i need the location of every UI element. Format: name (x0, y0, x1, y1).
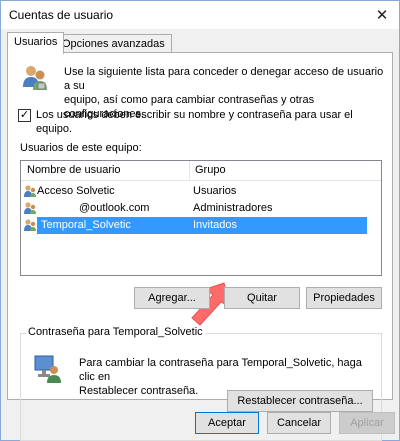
table-row[interactable]: Acceso Solvetic Usuarios (21, 183, 381, 200)
tab-label: Opciones avanzadas (62, 38, 165, 50)
users-tab-panel: Use la siguiente lista para conceder o d… (7, 52, 393, 441)
password-groupbox-title: Contraseña para Temporal_Solvetic (26, 326, 205, 338)
users-list-header: Nombre de usuario Grupo (21, 161, 381, 181)
require-login-label-line: equipo. (36, 123, 73, 135)
tab-advanced-options[interactable]: Opciones avanzadas (55, 34, 172, 54)
user-name: @outlook.com (79, 202, 150, 214)
properties-button[interactable]: Propiedades (306, 287, 382, 309)
user-password-icon (34, 355, 61, 383)
column-header-username[interactable]: Nombre de usuario (27, 164, 121, 176)
require-login-label: Los usuarios deben escribir su nombre y … (36, 108, 376, 136)
intro-text-line: Use la siguiente lista para conceder o d… (64, 66, 384, 92)
table-row[interactable]: @outlook.com Administradores (21, 200, 381, 217)
password-help-line: Para cambiar la contraseña para Temporal… (79, 357, 362, 383)
user-name: Temporal_Solvetic (41, 219, 131, 231)
ok-button[interactable]: Aceptar (195, 412, 259, 434)
user-icon (24, 219, 36, 231)
users-list-caption: Usuarios de este equipo: (20, 142, 142, 154)
remove-button[interactable]: Quitar (224, 287, 300, 309)
user-group: Invitados (193, 219, 238, 231)
column-header-group[interactable]: Grupo (195, 164, 226, 176)
window-title: Cuentas de usuario (9, 8, 114, 22)
require-login-checkbox[interactable]: ✓ (18, 109, 31, 122)
tab-label: Usuarios (14, 36, 58, 48)
user-icon (24, 202, 36, 214)
close-icon[interactable]: ✕ (365, 1, 399, 29)
user-group: Usuarios (193, 185, 237, 197)
user-name: Acceso Solvetic (37, 185, 115, 197)
add-button[interactable]: Agregar... (134, 287, 210, 309)
column-separator[interactable] (189, 161, 190, 181)
user-accounts-dialog: Cuentas de usuario ✕ Usuarios Opciones a… (0, 0, 400, 441)
user-group: Administradores (193, 202, 273, 214)
cancel-button[interactable]: Cancelar (267, 412, 331, 434)
apply-button[interactable]: Aplicar (339, 412, 395, 434)
tab-users[interactable]: Usuarios (7, 32, 65, 54)
require-login-label-line: Los usuarios deben escribir su nombre y … (36, 109, 353, 121)
title-bar: Cuentas de usuario ✕ (1, 1, 399, 29)
users-icon (23, 66, 47, 90)
user-icon (24, 185, 36, 197)
table-row-selected[interactable]: Temporal_Solvetic Invitados (21, 217, 381, 234)
reset-password-button[interactable]: Restablecer contraseña... (227, 390, 373, 412)
users-list[interactable]: Nombre de usuario Grupo Acceso Solvetic … (20, 160, 382, 276)
